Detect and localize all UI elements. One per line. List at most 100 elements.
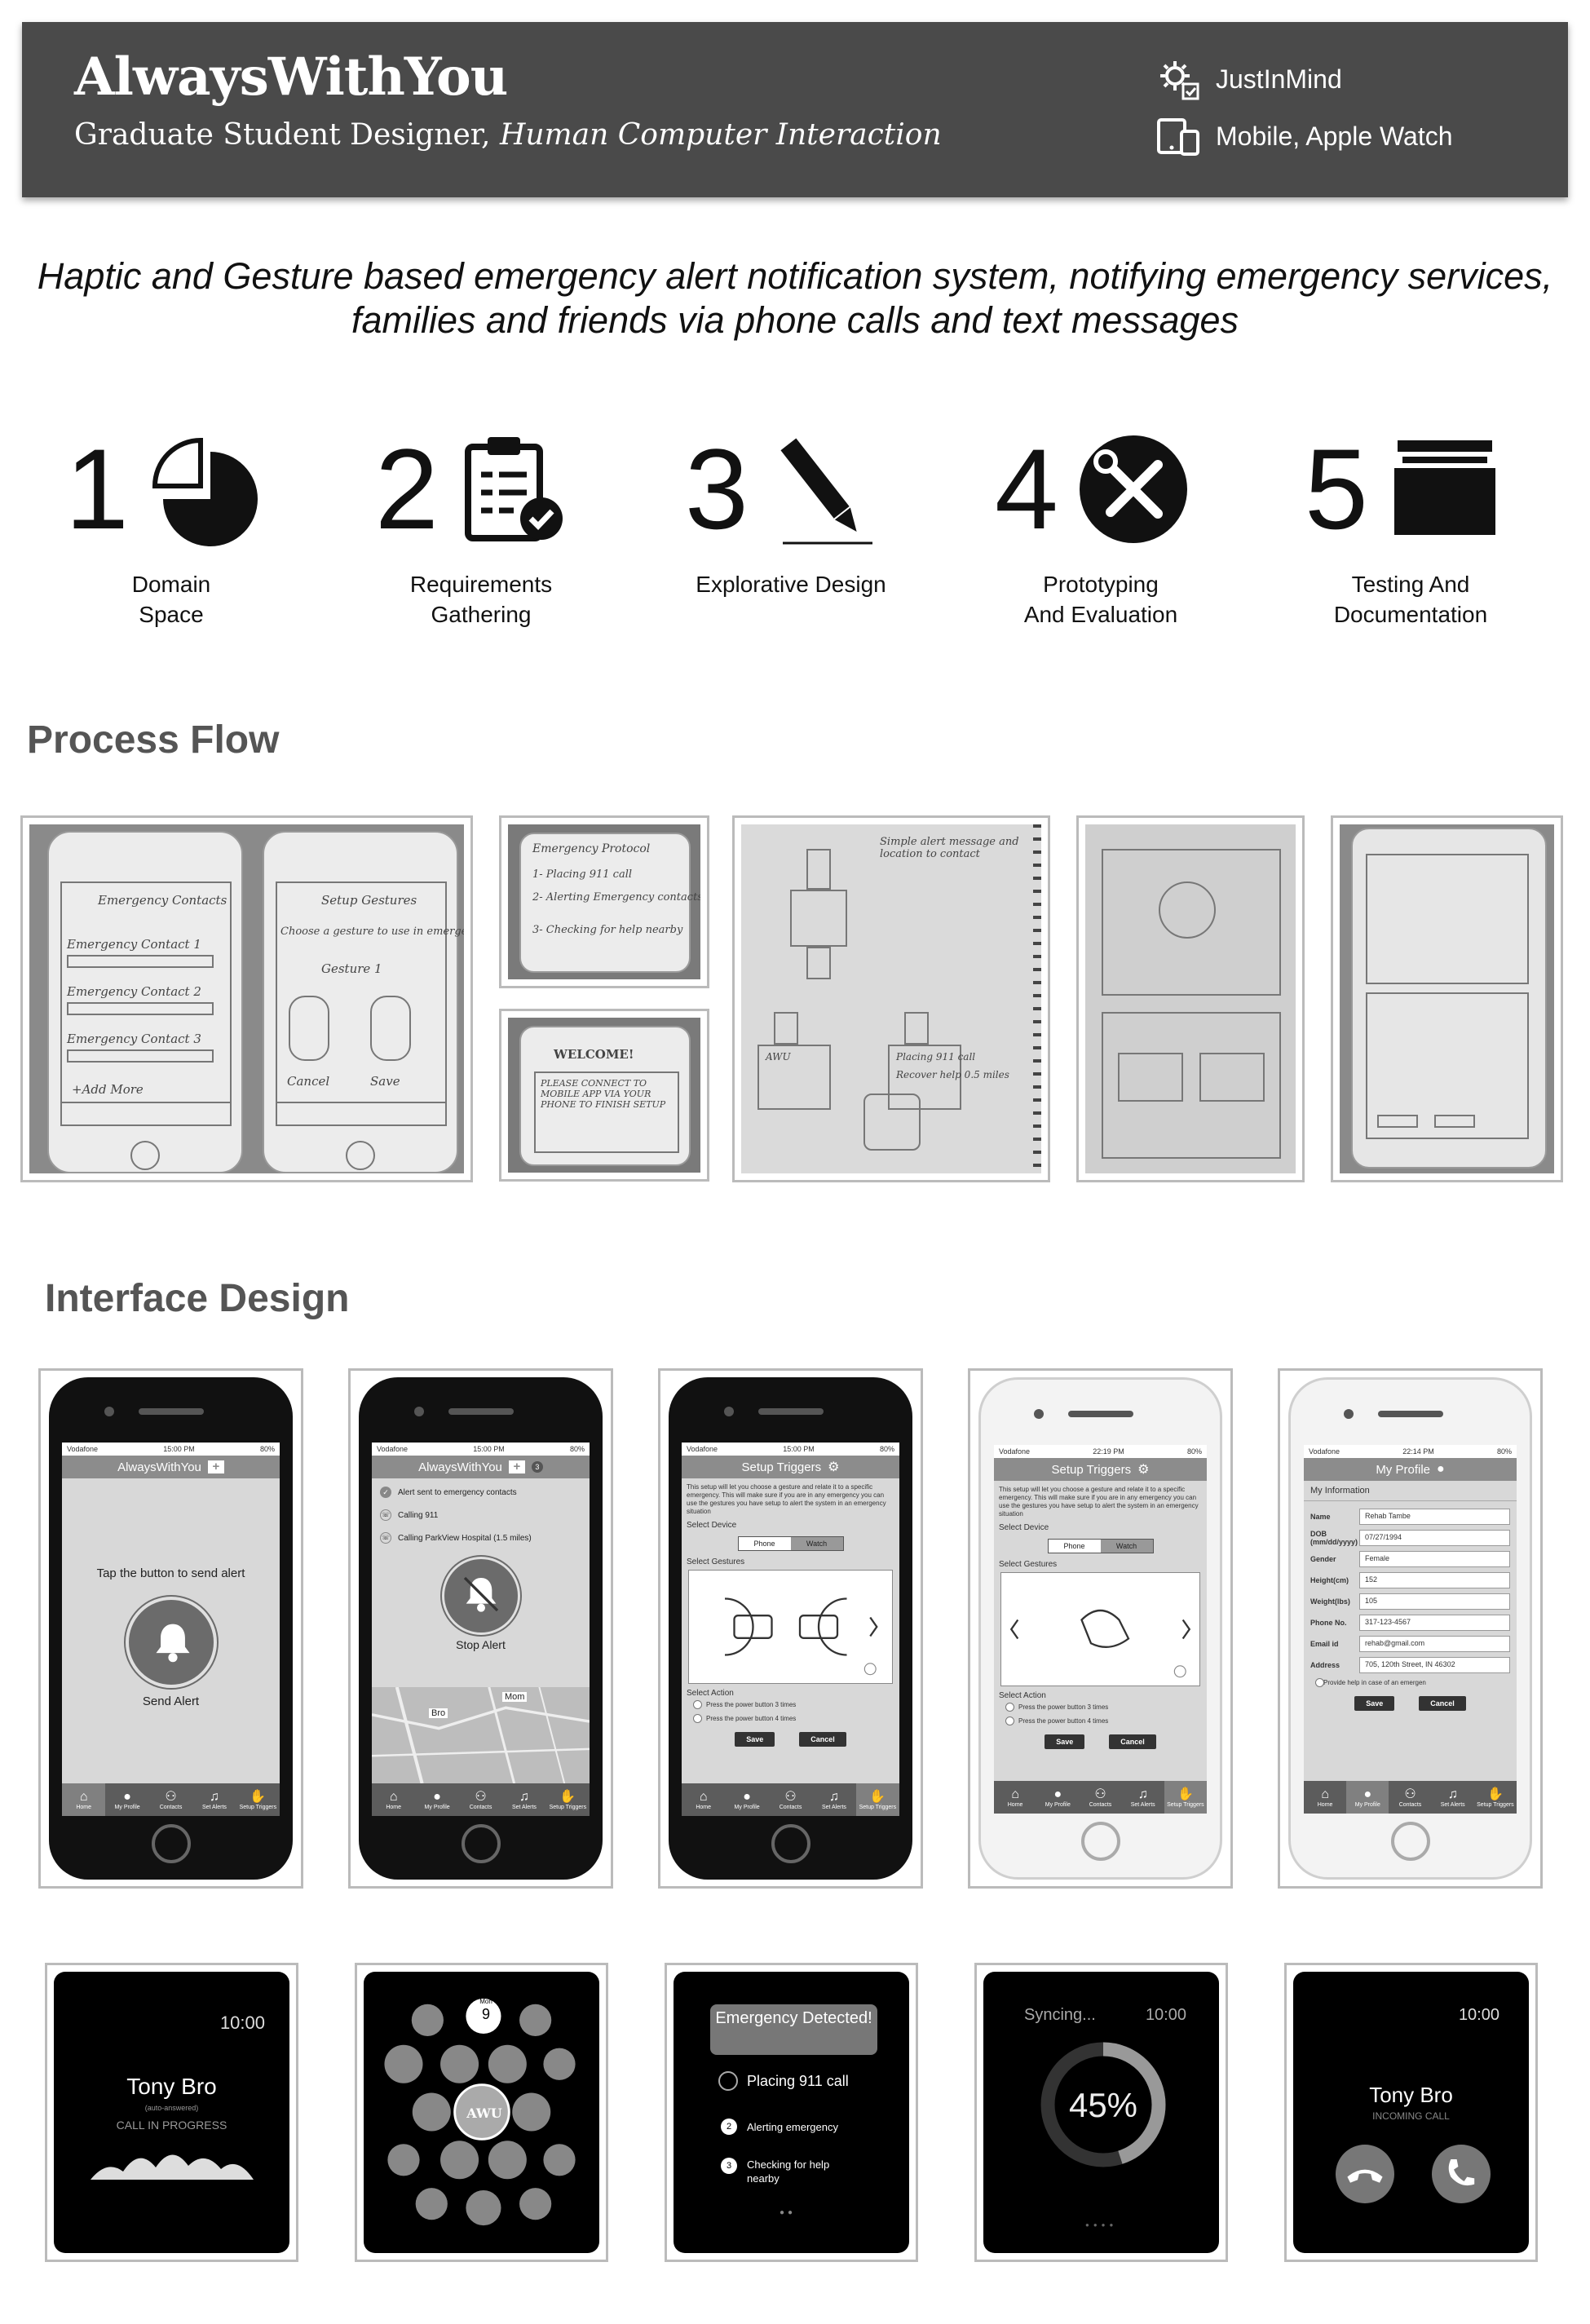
tab-label: Setup Triggers xyxy=(1477,1801,1514,1808)
gear-icon xyxy=(1160,61,1199,100)
tab-set-alerts[interactable]: ♫ Set Alerts xyxy=(1432,1781,1474,1814)
tab-contacts[interactable]: ⚇ Contacts xyxy=(459,1783,502,1816)
bell-icon: ♫ xyxy=(519,1789,529,1804)
action-option-1[interactable]: Press the power button 3 times xyxy=(994,1700,1207,1714)
step-label-line-1: Requirements xyxy=(409,572,553,597)
sketch-label: Choose a gesture to use in emergency - xyxy=(280,926,464,938)
accept-call-button[interactable] xyxy=(1432,2145,1491,2203)
tab-home[interactable]: ⌂ Home xyxy=(682,1783,725,1816)
app-bar: Setup Triggers ⚙ xyxy=(682,1456,899,1478)
sketch-label: Save xyxy=(370,1074,400,1089)
field-input[interactable]: Rehab Tambe xyxy=(1359,1509,1510,1525)
tab-my-profile[interactable]: ● My Profile xyxy=(105,1783,148,1816)
gesture-carousel[interactable] xyxy=(1000,1572,1200,1686)
tab-contacts[interactable]: ⚇ Contacts xyxy=(1389,1781,1431,1814)
app-bar: AlwaysWithYou + 3 xyxy=(372,1456,590,1478)
send-prompt: Tap the button to send alert xyxy=(96,1566,245,1580)
home-button[interactable] xyxy=(1390,1822,1430,1861)
tab-home[interactable]: ⌂ Home xyxy=(62,1783,106,1816)
tab-my-profile[interactable]: ● My Profile xyxy=(725,1783,768,1816)
tab-contacts[interactable]: ⚇ Contacts xyxy=(1079,1781,1121,1814)
tab-home[interactable]: ⌂ Home xyxy=(372,1783,415,1816)
bell-icon: ♫ xyxy=(1447,1787,1458,1801)
mockup-home: Vodafone 15:00 PM 80% AlwaysWithYou + Ta… xyxy=(38,1368,303,1889)
tab-setup-triggers[interactable]: ✋ Setup Triggers xyxy=(546,1783,590,1816)
action-option-1[interactable]: Press the power button 3 times xyxy=(682,1698,899,1712)
phone-icon: ☏ xyxy=(380,1532,391,1544)
status-text: Alert sent to emergency contacts xyxy=(398,1487,517,1497)
tab-contacts[interactable]: ⚇ Contacts xyxy=(769,1783,812,1816)
tab-label: Contacts xyxy=(1089,1801,1112,1808)
tab-setup-triggers[interactable]: ✋ Setup Triggers xyxy=(1164,1781,1207,1814)
tab-my-profile[interactable]: ● My Profile xyxy=(1036,1781,1079,1814)
stop-alert-button[interactable] xyxy=(441,1557,520,1635)
field-input[interactable]: 317-123-4567 xyxy=(1359,1615,1510,1631)
field-input[interactable]: rehab@gmail.com xyxy=(1359,1636,1510,1652)
step-label-line-2: Gathering xyxy=(431,602,532,627)
awu-app-icon[interactable]: AWU xyxy=(460,2105,509,2121)
send-alert-button[interactable] xyxy=(125,1597,217,1688)
save-button[interactable]: Save xyxy=(1045,1734,1085,1749)
person-icon: ● xyxy=(1053,1787,1062,1801)
segment-phone[interactable]: Phone xyxy=(1048,1540,1101,1553)
tab-set-alerts[interactable]: ♫ Set Alerts xyxy=(1122,1781,1164,1814)
tab-home[interactable]: ⌂ Home xyxy=(994,1781,1036,1814)
phone-screen: Vodafone 15:00 PM 80% AlwaysWithYou + Ta… xyxy=(62,1443,280,1816)
home-icon: ⌂ xyxy=(1321,1787,1329,1801)
field-input[interactable]: Female xyxy=(1359,1551,1510,1567)
stop-alert-label: Stop Alert xyxy=(456,1638,506,1651)
tab-setup-triggers[interactable]: ✋ Setup Triggers xyxy=(855,1783,899,1816)
field-input[interactable]: 07/27/1994 xyxy=(1359,1530,1510,1546)
gesture-carousel[interactable] xyxy=(688,1570,893,1684)
tab-set-alerts[interactable]: ♫ Set Alerts xyxy=(812,1783,855,1816)
spinner-icon xyxy=(718,2071,738,2091)
tab-setup-triggers[interactable]: ✋ Setup Triggers xyxy=(236,1783,280,1816)
map-view[interactable]: Mom Bro xyxy=(372,1686,590,1784)
status-time: 15:00 PM xyxy=(473,1445,505,1453)
cancel-button[interactable]: Cancel xyxy=(799,1732,846,1747)
sync-label: Syncing... xyxy=(1024,2006,1096,2024)
tab-set-alerts[interactable]: ♫ Set Alerts xyxy=(192,1783,236,1816)
field-input[interactable]: 152 xyxy=(1359,1572,1510,1588)
tab-label: Home xyxy=(386,1804,402,1810)
map-pin-mom: Mom xyxy=(502,1692,528,1702)
tab-set-alerts[interactable]: ♫ Set Alerts xyxy=(502,1783,545,1816)
field-input[interactable]: 105 xyxy=(1359,1593,1510,1610)
field-label: Weight(lbs) xyxy=(1310,1597,1350,1606)
field-label: Phone No. xyxy=(1310,1619,1347,1627)
save-button[interactable]: Save xyxy=(1354,1696,1395,1711)
tab-setup-triggers[interactable]: ✋ Setup Triggers xyxy=(1474,1781,1517,1814)
tab-home[interactable]: ⌂ Home xyxy=(1304,1781,1346,1814)
decline-call-button[interactable] xyxy=(1336,2145,1394,2203)
battery: 80% xyxy=(1496,1447,1512,1456)
segment-watch[interactable]: Watch xyxy=(1100,1540,1153,1553)
device-toggle[interactable]: Phone Watch xyxy=(737,1536,844,1551)
setup-description: This setup will let you choose a gesture… xyxy=(687,1483,886,1515)
tab-my-profile[interactable]: ● My Profile xyxy=(1346,1781,1389,1814)
interface-design-title: Interface Design xyxy=(45,1277,350,1320)
tab-my-profile[interactable]: ● My Profile xyxy=(415,1783,458,1816)
step-label: Testing And Documentation xyxy=(1288,569,1533,630)
help-option[interactable]: Provide help in case of an emergen xyxy=(1304,1676,1517,1690)
action-option-2[interactable]: Press the power button 4 times xyxy=(994,1714,1207,1728)
device-toggle[interactable]: Phone Watch xyxy=(1047,1539,1154,1553)
home-button[interactable] xyxy=(151,1824,191,1863)
field-input[interactable]: 705, 120th Street, IN 46302 xyxy=(1359,1657,1510,1673)
save-button[interactable]: Save xyxy=(735,1732,775,1747)
cancel-button[interactable]: Cancel xyxy=(1109,1734,1156,1749)
segment-phone[interactable]: Phone xyxy=(738,1537,791,1550)
home-button[interactable] xyxy=(461,1824,501,1863)
tab-contacts[interactable]: ⚇ Contacts xyxy=(149,1783,192,1816)
devices-icon xyxy=(1157,118,1199,156)
status-text: Calling ParkView Hospital (1.5 miles) xyxy=(398,1533,532,1543)
action-option-2[interactable]: Press the power button 4 times xyxy=(682,1712,899,1725)
contacts-icon: ⚇ xyxy=(475,1789,487,1804)
tab-label: Home xyxy=(76,1804,92,1810)
carrier: Vodafone xyxy=(67,1445,99,1453)
home-button[interactable] xyxy=(771,1824,810,1863)
home-button[interactable] xyxy=(1080,1822,1120,1861)
segment-watch[interactable]: Watch xyxy=(790,1537,843,1550)
sketch-photo-phones: Emergency Contacts Emergency Contact 1 E… xyxy=(20,815,473,1182)
cancel-button[interactable]: Cancel xyxy=(1419,1696,1466,1711)
sketch-label: PLEASE CONNECT TO MOBILE APP VIA YOUR PH… xyxy=(541,1078,666,1110)
